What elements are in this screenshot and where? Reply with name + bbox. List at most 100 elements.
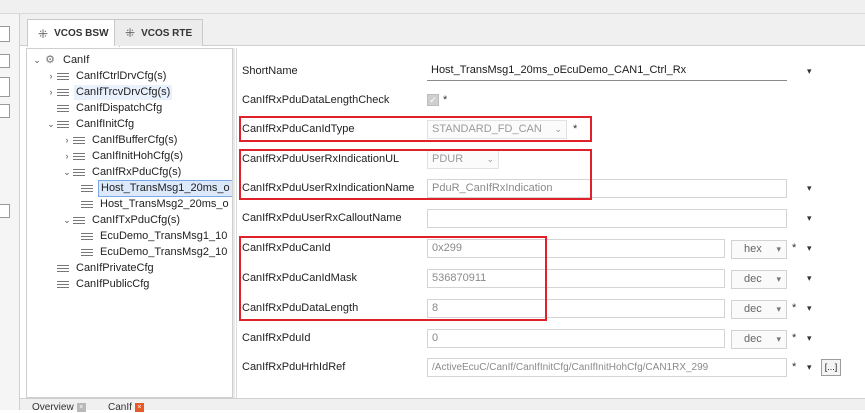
prop-label: CanIfRxPduCanIdType [242, 123, 355, 135]
tree-node-rx-pdu-1[interactable]: Host_TransMsg1_20ms_o [81, 180, 232, 197]
tree-node-buffer-cfg[interactable]: › CanIfBufferCfg(s) [61, 133, 179, 148]
tree-node-label: Host_TransMsg1_20ms_o [98, 180, 232, 197]
window-top-bar [0, 0, 865, 14]
prop-row-hrh-id-ref: CanIfRxPduHrhIdRef /ActiveEcuC/CanIf/Can… [237, 356, 865, 380]
list-icon [57, 89, 69, 96]
chevron-right-icon[interactable]: › [45, 85, 57, 100]
list-icon [73, 217, 85, 224]
tree-node-dispatch-cfg[interactable]: CanIfDispatchCfg [45, 101, 164, 116]
panel-handle[interactable] [0, 26, 10, 42]
pane-splitter[interactable] [233, 48, 235, 398]
property-editor: ShortName Host_TransMsg1_20ms_oEcuDemo_C… [236, 48, 865, 398]
chevron-down-icon[interactable]: ⌄ [31, 53, 43, 68]
tree-node-init-hoh-cfg[interactable]: › CanIfInitHohCfg(s) [61, 149, 185, 164]
chevron-down-icon[interactable]: ▾ [807, 183, 812, 194]
chevron-right-icon[interactable]: › [61, 133, 73, 148]
tree-node-label: CanIfTrcvDrvCfg(s) [74, 85, 173, 100]
tree-node-ctrl-drv-cfg[interactable]: › CanIfCtrlDrvCfg(s) [45, 69, 168, 84]
chevron-down-icon[interactable]: ▾ [807, 333, 812, 344]
select-value: PDUR [432, 153, 464, 165]
chevron-down-icon[interactable]: ▾ [807, 243, 812, 254]
panel-handle[interactable] [0, 204, 10, 218]
tab-label: VCOS BSW [54, 28, 109, 39]
editor-tab-row: ⁜ VCOS BSW ⁜ VCOS RTE [20, 14, 865, 47]
tab-label: CanIf [108, 401, 132, 413]
tree-node-trcv-drv-cfg[interactable]: › CanIfTrcvDrvCfg(s) [45, 85, 173, 100]
panel-handle[interactable] [0, 77, 10, 97]
dlc-check-checkbox[interactable]: ✓ [427, 94, 439, 106]
prop-label: CanIfRxPduDataLength [242, 302, 359, 314]
select-value: STANDARD_FD_CAN [432, 123, 542, 135]
tree-node-rx-pdu-cfg[interactable]: ⌄ CanIfRxPduCfg(s) [61, 165, 183, 180]
tree-node-label: CanIfBufferCfg(s) [92, 134, 178, 146]
chevron-right-icon[interactable]: › [61, 149, 73, 164]
chevron-down-icon[interactable]: ▾ [807, 213, 812, 224]
prop-row-user-rx-ind-ul: CanIfRxPduUserRxIndicationUL PDUR ⌄ [237, 148, 865, 172]
list-icon [81, 233, 93, 240]
chevron-down-icon[interactable]: ⌄ [61, 213, 73, 228]
data-length-field[interactable]: 8 [427, 299, 725, 318]
browse-button[interactable]: [...] [821, 359, 841, 376]
close-icon[interactable]: × [134, 402, 144, 412]
user-rx-ind-ul-select[interactable]: PDUR ⌄ [427, 150, 499, 169]
tab-vcos-bsw[interactable]: ⁜ VCOS BSW [27, 19, 120, 47]
pdu-id-field[interactable]: 0 [427, 329, 725, 348]
short-name-field[interactable]: Host_TransMsg1_20ms_oEcuDemo_CAN1_Ctrl_R… [427, 62, 787, 81]
tree-node-tx-pdu-cfg[interactable]: ⌄ CanIfTxPduCfg(s) [61, 213, 182, 228]
prop-label: CanIfRxPduUserRxCalloutName [242, 212, 402, 224]
tree-node-label: CanIf [63, 54, 90, 66]
can-id-radix-select[interactable]: hex ▾ [731, 240, 787, 259]
tree-node-tx-pdu-2[interactable]: EcuDemo_TransMsg2_10 [81, 245, 229, 260]
list-icon [81, 201, 93, 208]
user-rx-callout-field[interactable] [427, 209, 787, 228]
prop-label: CanIfRxPduId [242, 332, 311, 344]
tab-overview[interactable]: Overview × [28, 401, 90, 413]
panel-handle[interactable] [0, 54, 10, 68]
tree-node-canif[interactable]: ⌄ ⚙ CanIf [31, 53, 91, 68]
tree-node-label: EcuDemo_TransMsg2_10 [100, 246, 228, 258]
chevron-down-icon[interactable]: ▾ [807, 66, 812, 77]
chevron-down-icon[interactable]: ⌄ [61, 165, 73, 180]
hrh-id-ref-field[interactable]: /ActiveEcuC/CanIf/CanIfInitCfg/CanIfInit… [427, 358, 787, 377]
can-id-field[interactable]: 0x299 [427, 239, 725, 258]
prop-label: CanIfRxPduUserRxIndicationUL [242, 153, 400, 165]
tree-node-label: Host_TransMsg2_20ms_o [100, 198, 229, 210]
tree-node-private-cfg[interactable]: CanIfPrivateCfg [45, 261, 156, 276]
pdu-id-radix-select[interactable]: dec ▾ [731, 330, 787, 349]
tree-node-label: CanIfInitHohCfg(s) [92, 150, 184, 162]
config-tree: ⌄ ⚙ CanIf › CanIfCtrlDrvCfg(s) › CanIfTr… [26, 48, 233, 398]
list-icon [57, 105, 69, 112]
chevron-down-icon[interactable]: ▾ [807, 303, 812, 314]
left-collapsed-panel [0, 14, 20, 410]
chevron-down-icon[interactable]: ▾ [807, 362, 812, 373]
tab-vcos-rte[interactable]: ⁜ VCOS RTE [114, 19, 204, 46]
tab-canif[interactable]: CanIf × [104, 401, 148, 413]
prop-label: CanIfRxPduCanIdMask [242, 272, 357, 284]
tree-node-tx-pdu-1[interactable]: EcuDemo_TransMsg1_10 [81, 229, 229, 244]
panel-handle[interactable] [0, 104, 10, 118]
required-marker: * [792, 302, 797, 314]
cursor-click-icon: ⁜ [125, 26, 136, 40]
close-icon[interactable]: × [76, 402, 86, 412]
tree-node-label: EcuDemo_TransMsg1_10 [100, 230, 228, 242]
data-length-radix-select[interactable]: dec ▾ [731, 300, 787, 319]
chevron-right-icon[interactable]: › [45, 69, 57, 84]
chevron-down-icon: ▾ [776, 274, 781, 284]
list-icon [81, 185, 93, 192]
required-marker: * [792, 332, 797, 344]
can-id-mask-field[interactable]: 536870911 [427, 269, 725, 288]
user-rx-ind-name-field[interactable]: PduR_CanIfRxIndication [427, 179, 787, 198]
tree-node-init-cfg[interactable]: ⌄ CanIfInitCfg [45, 117, 136, 132]
prop-label: CanIfRxPduHrhIdRef [242, 361, 346, 373]
prop-label: CanIfRxPduCanId [242, 242, 331, 254]
tree-node-label: CanIfInitCfg [76, 118, 135, 130]
required-marker: * [792, 361, 797, 373]
can-id-mask-radix-select[interactable]: dec ▾ [731, 270, 787, 289]
chevron-down-icon: ⌄ [554, 124, 562, 134]
can-id-type-select[interactable]: STANDARD_FD_CAN ⌄ [427, 120, 567, 139]
tree-node-public-cfg[interactable]: CanIfPublicCfg [45, 277, 151, 292]
chevron-down-icon[interactable]: ⌄ [45, 117, 57, 132]
chevron-down-icon[interactable]: ▾ [807, 273, 812, 284]
tree-node-rx-pdu-2[interactable]: Host_TransMsg2_20ms_o [81, 197, 231, 212]
list-icon [57, 73, 69, 80]
